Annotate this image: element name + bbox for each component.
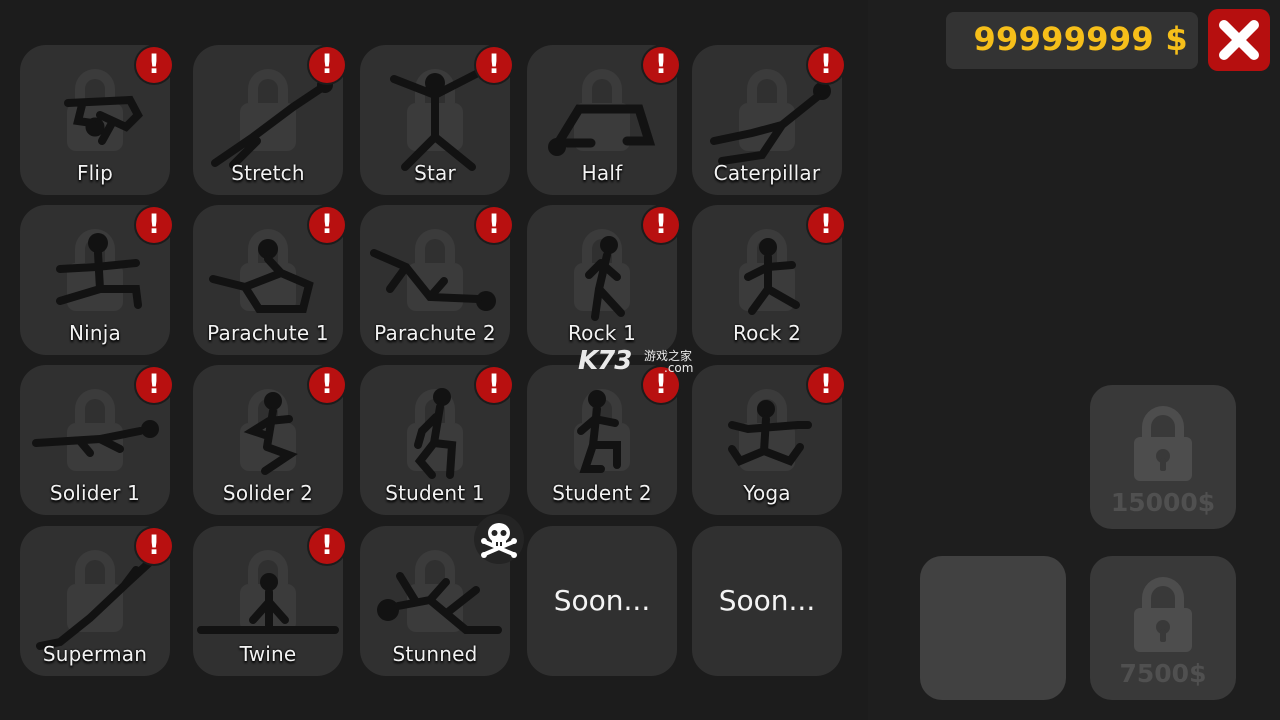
alert-icon: !: [309, 47, 345, 83]
close-x-icon: [1219, 20, 1259, 60]
pose-tile-superman[interactable]: Superman !: [20, 526, 172, 676]
pose-tile-soon-1: Soon...: [527, 526, 677, 676]
pose-label: Stretch: [231, 161, 305, 185]
pose-label: Stunned: [392, 642, 478, 666]
pose-tile-student-2[interactable]: Student 2 !: [527, 365, 679, 515]
pose-tile-twine[interactable]: Twine !: [193, 526, 345, 676]
shop-slot-locked-7500[interactable]: 7500$: [1090, 556, 1236, 700]
pose-tile-rock-1[interactable]: Rock 1 !: [527, 205, 679, 355]
pose-label: Rock 1: [567, 321, 637, 345]
skull-badge: [474, 514, 524, 564]
alert-icon: !: [808, 367, 844, 403]
pose-label: Star: [414, 161, 456, 185]
shop-slot-locked-15000[interactable]: 15000$: [1090, 385, 1236, 529]
alert-icon: !: [643, 207, 679, 243]
money-display: 99999999 $: [946, 12, 1198, 69]
shop-slot-price: 15000$: [1110, 488, 1216, 517]
pose-tile-parachute-1[interactable]: Parachute 1 !: [193, 205, 345, 355]
pose-tile-yoga[interactable]: Yoga !: [692, 365, 844, 515]
alert-icon: !: [643, 47, 679, 83]
padlock-icon: [1134, 577, 1192, 652]
pose-label: Twine: [239, 642, 297, 666]
pose-tile-solider-1[interactable]: Solider 1 !: [20, 365, 172, 515]
pose-label: Flip: [76, 161, 114, 185]
pose-label: Superman: [42, 642, 148, 666]
pose-grid: Flip ! Stretch ! Star ! Half ! Caterpill…: [20, 45, 844, 677]
shop-slot-price: 7500$: [1119, 659, 1207, 688]
watermark-logo: K73 游戏之家 .com: [578, 346, 693, 376]
pose-label: Rock 2: [732, 321, 802, 345]
coming-soon-label: Soon...: [718, 584, 816, 617]
pose-label: Student 1: [385, 481, 485, 505]
pose-tile-half[interactable]: Half !: [527, 45, 679, 195]
close-button[interactable]: [1208, 9, 1270, 71]
alert-icon: !: [476, 47, 512, 83]
watermark-com: .com: [664, 361, 694, 375]
pose-tile-ninja[interactable]: Ninja !: [20, 205, 172, 355]
watermark-k73: K73: [578, 346, 632, 376]
pose-label: Ninja: [68, 321, 121, 345]
pose-tile-student-1[interactable]: Student 1 !: [360, 365, 512, 515]
alert-icon: !: [136, 207, 172, 243]
pose-tile-soon-2: Soon...: [692, 526, 842, 676]
pose-label: Student 2: [552, 481, 652, 505]
pose-tile-caterpillar[interactable]: Caterpillar !: [692, 45, 844, 195]
alert-icon: !: [808, 47, 844, 83]
alert-icon: !: [136, 367, 172, 403]
pose-label: Caterpillar: [713, 161, 821, 185]
pose-tile-star[interactable]: Star !: [360, 45, 512, 195]
skull-crossbones-icon: [481, 523, 517, 558]
alert-icon: !: [309, 207, 345, 243]
pose-tile-solider-2[interactable]: Solider 2 !: [193, 365, 345, 515]
pose-tile-parachute-2[interactable]: Parachute 2 !: [360, 205, 512, 355]
shop-slot-empty[interactable]: [920, 556, 1066, 700]
alert-icon: !: [476, 367, 512, 403]
pose-tile-stunned[interactable]: Stunned: [360, 514, 524, 676]
alert-icon: !: [808, 207, 844, 243]
pose-label: Solider 1: [49, 481, 141, 505]
coming-soon-label: Soon...: [553, 584, 651, 617]
pose-label: Parachute 2: [374, 321, 496, 345]
alert-icon: !: [309, 528, 345, 564]
alert-icon: !: [136, 528, 172, 564]
pose-label: Yoga: [743, 481, 791, 505]
pose-tile-rock-2[interactable]: Rock 2 !: [692, 205, 844, 355]
alert-icon: !: [476, 207, 512, 243]
pose-label: Half: [581, 161, 623, 185]
pose-tile-stretch[interactable]: Stretch !: [193, 45, 345, 195]
padlock-icon: [1134, 406, 1192, 481]
alert-icon: !: [309, 367, 345, 403]
alert-icon: !: [136, 47, 172, 83]
pose-label: Parachute 1: [207, 321, 329, 345]
pose-tile-flip[interactable]: Flip !: [20, 45, 172, 195]
pose-label: Solider 2: [222, 481, 314, 505]
money-amount: 99999999 $: [973, 20, 1188, 58]
